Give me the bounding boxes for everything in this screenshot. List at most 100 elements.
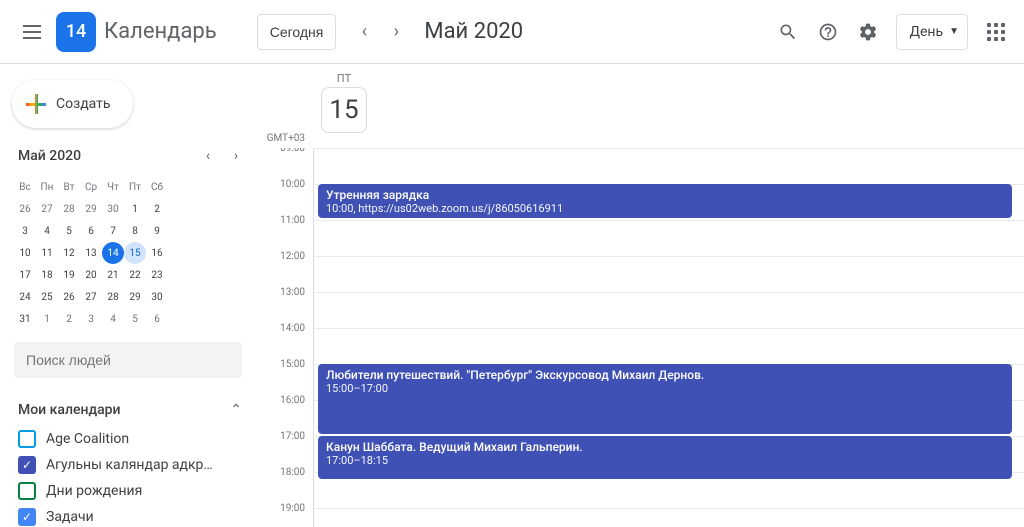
mini-day[interactable]: 23	[146, 264, 168, 286]
mini-day[interactable]: 4	[36, 220, 58, 242]
day-number[interactable]: 15	[321, 87, 367, 133]
mini-day: 4	[102, 308, 124, 330]
search-icon	[778, 22, 798, 42]
hour-line	[314, 148, 1024, 149]
mini-day[interactable]: 10	[14, 242, 36, 264]
mini-day[interactable]: 8	[124, 220, 146, 242]
mini-day[interactable]: 3	[14, 220, 36, 242]
time-label: 17:00	[257, 431, 313, 467]
mini-day: 1	[36, 308, 58, 330]
mini-day: 6	[146, 308, 168, 330]
event-subtitle: 15:00–17:00	[326, 382, 1004, 395]
event-subtitle: 10:00, https://us02web.zoom.us/j/8605061…	[326, 202, 1004, 215]
mini-day[interactable]: 16	[146, 242, 168, 264]
event[interactable]: Канун Шаббата. Ведущий Михаил Гальперин.…	[318, 436, 1012, 479]
mini-day[interactable]: 5	[58, 220, 80, 242]
view-selector[interactable]: День▼	[896, 14, 968, 50]
calendar-checkbox[interactable]: ✓	[18, 456, 36, 474]
mini-calendar: ВсПнВтСрЧтПтСб26272829301234567891011121…	[8, 176, 256, 342]
mini-day[interactable]: 31	[14, 308, 36, 330]
google-apps-button[interactable]	[976, 12, 1016, 52]
time-label: 19:00	[257, 503, 313, 527]
apps-icon	[987, 23, 1005, 41]
hour-line	[314, 256, 1024, 257]
mini-day[interactable]: 21	[102, 264, 124, 286]
mini-day[interactable]: 6	[80, 220, 102, 242]
mini-day[interactable]: 28	[102, 286, 124, 308]
gear-icon	[858, 22, 878, 42]
calendar-label: Дни рождения	[46, 483, 142, 499]
time-label: 16:00	[257, 395, 313, 431]
mini-dow: Пн	[36, 176, 58, 198]
calendar-view: GMT+03 ПТ 15 09:0010:0011:0012:0013:0014…	[256, 64, 1024, 527]
today-button[interactable]: Сегодня	[257, 14, 337, 50]
calendar-checkbox[interactable]	[18, 430, 36, 448]
mini-day: 26	[14, 198, 36, 220]
day-column[interactable]: Утренняя зарядка10:00, https://us02web.z…	[313, 148, 1024, 527]
mini-day: 28	[58, 198, 80, 220]
sidebar: Создать Май 2020 ‹ › ВсПнВтСрЧтПтСб26272…	[0, 64, 256, 527]
mini-day[interactable]: 1	[124, 198, 146, 220]
event-subtitle: 17:00–18:15	[326, 454, 1004, 467]
search-people-input[interactable]	[14, 342, 242, 378]
help-icon	[818, 22, 838, 42]
mini-day[interactable]: 29	[124, 286, 146, 308]
mini-day[interactable]: 7	[102, 220, 124, 242]
plus-icon	[26, 94, 46, 114]
event-title: Канун Шаббата. Ведущий Михаил Гальперин.	[326, 440, 1004, 454]
current-month-label: Май 2020	[424, 19, 523, 44]
day-of-week-label: ПТ	[321, 72, 367, 85]
mini-day[interactable]: 22	[124, 264, 146, 286]
mini-day: 27	[36, 198, 58, 220]
mini-day[interactable]: 14	[102, 242, 124, 264]
mini-day[interactable]: 15	[124, 242, 146, 264]
mini-dow: Пт	[124, 176, 146, 198]
event[interactable]: Любители путешествий. "Петербург" Экскур…	[318, 364, 1012, 434]
mini-day[interactable]: 24	[14, 286, 36, 308]
calendar-item[interactable]: ✓Агульны каляндар адкр…	[18, 452, 246, 478]
mini-dow: Сб	[146, 176, 168, 198]
mini-day[interactable]: 9	[146, 220, 168, 242]
mini-day[interactable]: 13	[80, 242, 102, 264]
mini-day[interactable]: 30	[146, 286, 168, 308]
calendar-item[interactable]: Дни рождения	[18, 478, 246, 504]
search-button[interactable]	[768, 12, 808, 52]
mini-day: 30	[102, 198, 124, 220]
header: 14 Календарь Сегодня ‹ › Май 2020 День▼	[0, 0, 1024, 64]
mini-day[interactable]: 19	[58, 264, 80, 286]
time-label: 12:00	[257, 251, 313, 287]
mini-day[interactable]: 25	[36, 286, 58, 308]
next-day-button[interactable]: ›	[380, 16, 412, 48]
main-menu-button[interactable]	[8, 8, 56, 56]
mini-day[interactable]: 20	[80, 264, 102, 286]
prev-day-button[interactable]: ‹	[348, 16, 380, 48]
time-label: 09:00	[257, 148, 313, 179]
calendar-item[interactable]: Age Coalition	[18, 426, 246, 452]
mini-dow: Вс	[14, 176, 36, 198]
mini-day[interactable]: 18	[36, 264, 58, 286]
app-title: Календарь	[104, 19, 217, 44]
mini-prev-month-button[interactable]: ‹	[196, 144, 220, 168]
mini-dow: Чт	[102, 176, 124, 198]
hour-line	[314, 328, 1024, 329]
settings-button[interactable]	[848, 12, 888, 52]
mini-day[interactable]: 12	[58, 242, 80, 264]
my-calendars-toggle[interactable]: Мои календари ⌃	[8, 394, 256, 426]
mini-day[interactable]: 26	[58, 286, 80, 308]
event[interactable]: Утренняя зарядка10:00, https://us02web.z…	[318, 184, 1012, 218]
mini-day[interactable]: 11	[36, 242, 58, 264]
mini-day[interactable]: 17	[14, 264, 36, 286]
calendar-checkbox[interactable]: ✓	[18, 508, 36, 526]
create-button[interactable]: Создать	[12, 80, 133, 128]
calendar-item[interactable]: ✓Задачи	[18, 504, 246, 527]
calendar-checkbox[interactable]	[18, 482, 36, 500]
mini-day[interactable]: 27	[80, 286, 102, 308]
chevron-up-icon: ⌃	[230, 402, 242, 418]
mini-dow: Ср	[80, 176, 102, 198]
mini-day[interactable]: 2	[146, 198, 168, 220]
mini-next-month-button[interactable]: ›	[224, 144, 248, 168]
mini-calendar-month: Май 2020	[18, 148, 81, 164]
help-button[interactable]	[808, 12, 848, 52]
time-label: 10:00	[257, 179, 313, 215]
mini-day: 2	[58, 308, 80, 330]
